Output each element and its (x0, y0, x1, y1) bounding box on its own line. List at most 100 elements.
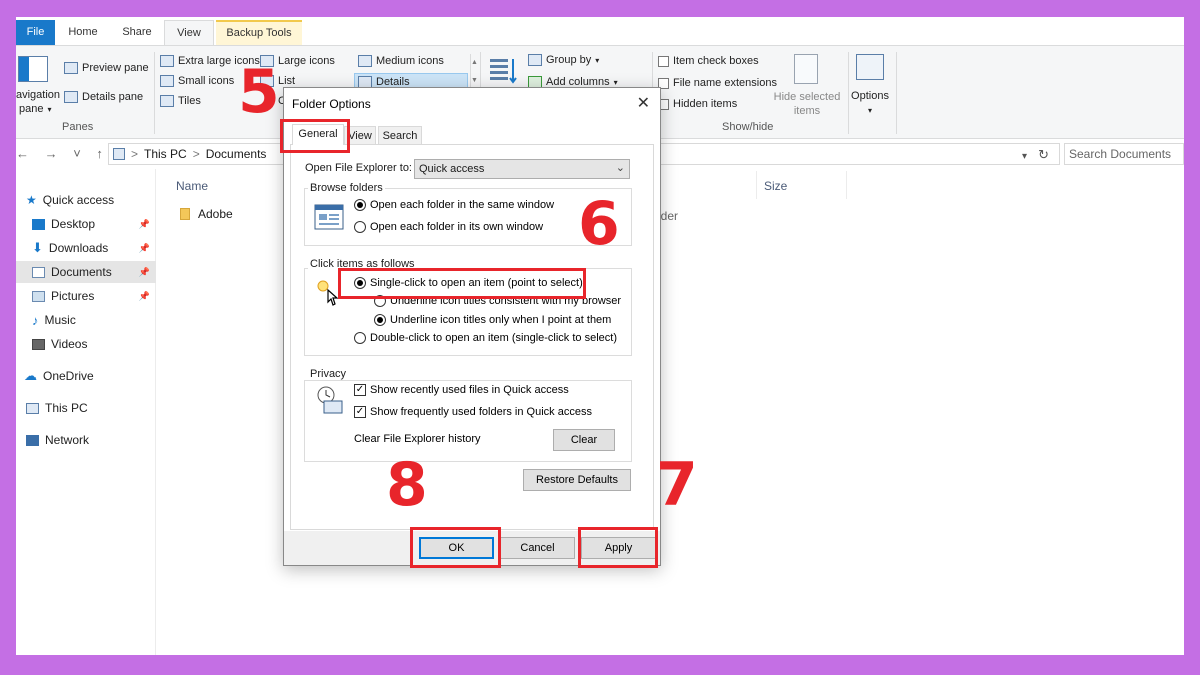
frequent-folders-checkbox[interactable]: ✓ (354, 406, 366, 418)
dropdown-arrow-icon: ▾ (595, 55, 600, 65)
small-icons-option[interactable]: Small icons (160, 75, 234, 87)
same-window-label: Open each folder in the same window (370, 199, 555, 211)
list-item[interactable]: Adobe (180, 207, 233, 221)
nav-item-documents[interactable]: Documents 📌 (16, 261, 156, 283)
item-check-boxes-checkbox[interactable] (658, 55, 669, 67)
highlight-apply-button (578, 527, 658, 568)
step-number-7: 7 (656, 450, 698, 520)
navigation-pane-button[interactable] (18, 56, 48, 82)
step-number-5: 5 (238, 57, 280, 127)
tab-home[interactable]: Home (60, 20, 106, 45)
group-by-button[interactable]: Group by ▾ (528, 54, 599, 66)
column-header-size[interactable]: Size (764, 179, 787, 193)
hide-selected-label-1: Hide selected (773, 91, 841, 103)
scroll-down-icon: ▼ (471, 77, 478, 84)
refresh-icon[interactable]: ↻ (1038, 147, 1049, 162)
same-window-radio[interactable] (354, 199, 366, 211)
item-check-boxes-toggle[interactable]: Item check boxes (658, 55, 759, 67)
breadcrumb-this-pc[interactable]: This PC (144, 147, 187, 161)
nav-item-network[interactable]: Network (16, 429, 156, 451)
navigation-pane-text: pane (19, 103, 44, 115)
clear-button[interactable]: Clear (553, 429, 615, 451)
clear-history-label: Clear File Explorer history (354, 433, 481, 445)
computer-icon (26, 402, 39, 414)
pictures-icon (32, 290, 45, 302)
hidden-items-toggle[interactable]: Hidden items (658, 98, 737, 110)
medium-icons-option[interactable]: Medium icons (358, 55, 444, 67)
nav-item-videos[interactable]: Videos (16, 333, 156, 355)
underline-point-label: Underline icon titles only when I point … (390, 314, 612, 326)
underline-point-radio[interactable] (374, 314, 386, 326)
search-input[interactable]: Search Documents (1064, 143, 1184, 165)
column-header-name[interactable]: Name (176, 179, 208, 193)
tab-general[interactable]: General (292, 124, 344, 145)
file-name: Adobe (198, 207, 233, 221)
nav-item-pictures[interactable]: Pictures 📌 (16, 285, 156, 307)
tab-share[interactable]: Share (112, 20, 162, 45)
open-explorer-select[interactable]: Quick access ⌄ (414, 159, 630, 179)
navigation-pane-label[interactable]: avigation (16, 89, 60, 101)
step-number-8: 8 (386, 450, 428, 520)
nav-item-onedrive[interactable]: ☁ OneDrive (16, 365, 156, 387)
extra-large-icons-icon (160, 55, 174, 67)
videos-icon (32, 338, 45, 350)
large-icons-label: Large icons (278, 55, 335, 67)
address-dropdown-icon[interactable]: ▾ (1022, 151, 1027, 162)
options-button[interactable]: Options ▾ (850, 89, 890, 118)
column-divider[interactable] (846, 171, 847, 199)
nav-item-label: Network (45, 433, 90, 447)
group-by-icon (528, 54, 542, 66)
hide-selected-button[interactable]: Hide selected items (772, 90, 842, 118)
hide-selected-icon (794, 54, 818, 84)
nav-item-music[interactable]: ♪ Music (16, 309, 156, 331)
double-click-option[interactable]: Double-click to open an item (single-cli… (354, 332, 617, 344)
details-pane-button[interactable]: Details pane (64, 91, 143, 103)
nav-item-this-pc[interactable]: This PC (16, 397, 156, 419)
desktop-icon (32, 218, 45, 230)
tab-view[interactable]: View (164, 20, 214, 45)
group-by-label: Group by (546, 54, 592, 66)
own-window-label: Open each folder in its own window (370, 221, 544, 233)
medium-icons-label: Medium icons (376, 55, 444, 67)
nav-item-label: Downloads (48, 241, 109, 255)
underline-point-option[interactable]: Underline icon titles only when I point … (374, 314, 611, 326)
tiles-option[interactable]: Tiles (160, 95, 201, 107)
nav-item-desktop[interactable]: Desktop 📌 (16, 213, 156, 235)
hide-selected-label-2: items (793, 105, 821, 117)
own-window-radio[interactable] (354, 221, 366, 233)
pin-icon: 📌 (138, 242, 150, 253)
step-number-6: 6 (578, 189, 620, 259)
highlight-single-click (338, 268, 586, 299)
tab-file[interactable]: File (16, 20, 55, 45)
same-window-option[interactable]: Open each folder in the same window (354, 199, 554, 211)
tab-backup-tools[interactable]: Backup Tools (216, 20, 302, 45)
navigation-pane-icon (18, 56, 48, 82)
nav-item-label: Desktop (51, 217, 96, 231)
nav-item-quick-access[interactable]: ★ Quick access (16, 189, 156, 211)
dropdown-arrow-icon: ▾ (613, 77, 618, 87)
navigation-pane-label-2[interactable]: pane ▾ (19, 103, 52, 115)
sort-by-icon[interactable] (488, 56, 518, 86)
chevron-down-icon: ⌄ (615, 162, 625, 174)
tab-search[interactable]: Search (378, 126, 422, 145)
frequent-folders-option[interactable]: ✓ Show frequently used folders in Quick a… (354, 406, 592, 418)
details-icon (358, 75, 372, 88)
recent-files-checkbox[interactable]: ✓ (354, 384, 366, 396)
restore-defaults-button[interactable]: Restore Defaults (523, 469, 631, 491)
hidden-items-label: Hidden items (673, 98, 738, 110)
nav-buttons[interactable]: ← → ˅ ↑ (16, 146, 109, 161)
double-click-radio[interactable] (354, 332, 366, 344)
own-window-option[interactable]: Open each folder in its own window (354, 221, 543, 233)
cancel-button[interactable]: Cancel (500, 537, 575, 559)
preview-pane-button[interactable]: Preview pane (64, 62, 149, 74)
open-explorer-label: Open File Explorer to: (305, 162, 412, 174)
pin-icon: 📌 (138, 266, 150, 277)
recent-files-option[interactable]: ✓ Show recently used files in Quick acces… (354, 384, 569, 396)
breadcrumb-documents[interactable]: Documents (206, 147, 267, 161)
medium-icons-icon (358, 55, 372, 67)
nav-item-downloads[interactable]: ⬇ Downloads 📌 (16, 237, 156, 259)
file-name-extensions-toggle[interactable]: File name extensions (658, 77, 777, 89)
breadcrumb-separator: > (131, 147, 139, 161)
column-divider[interactable] (756, 171, 757, 199)
close-icon[interactable]: ✕ (637, 93, 650, 113)
